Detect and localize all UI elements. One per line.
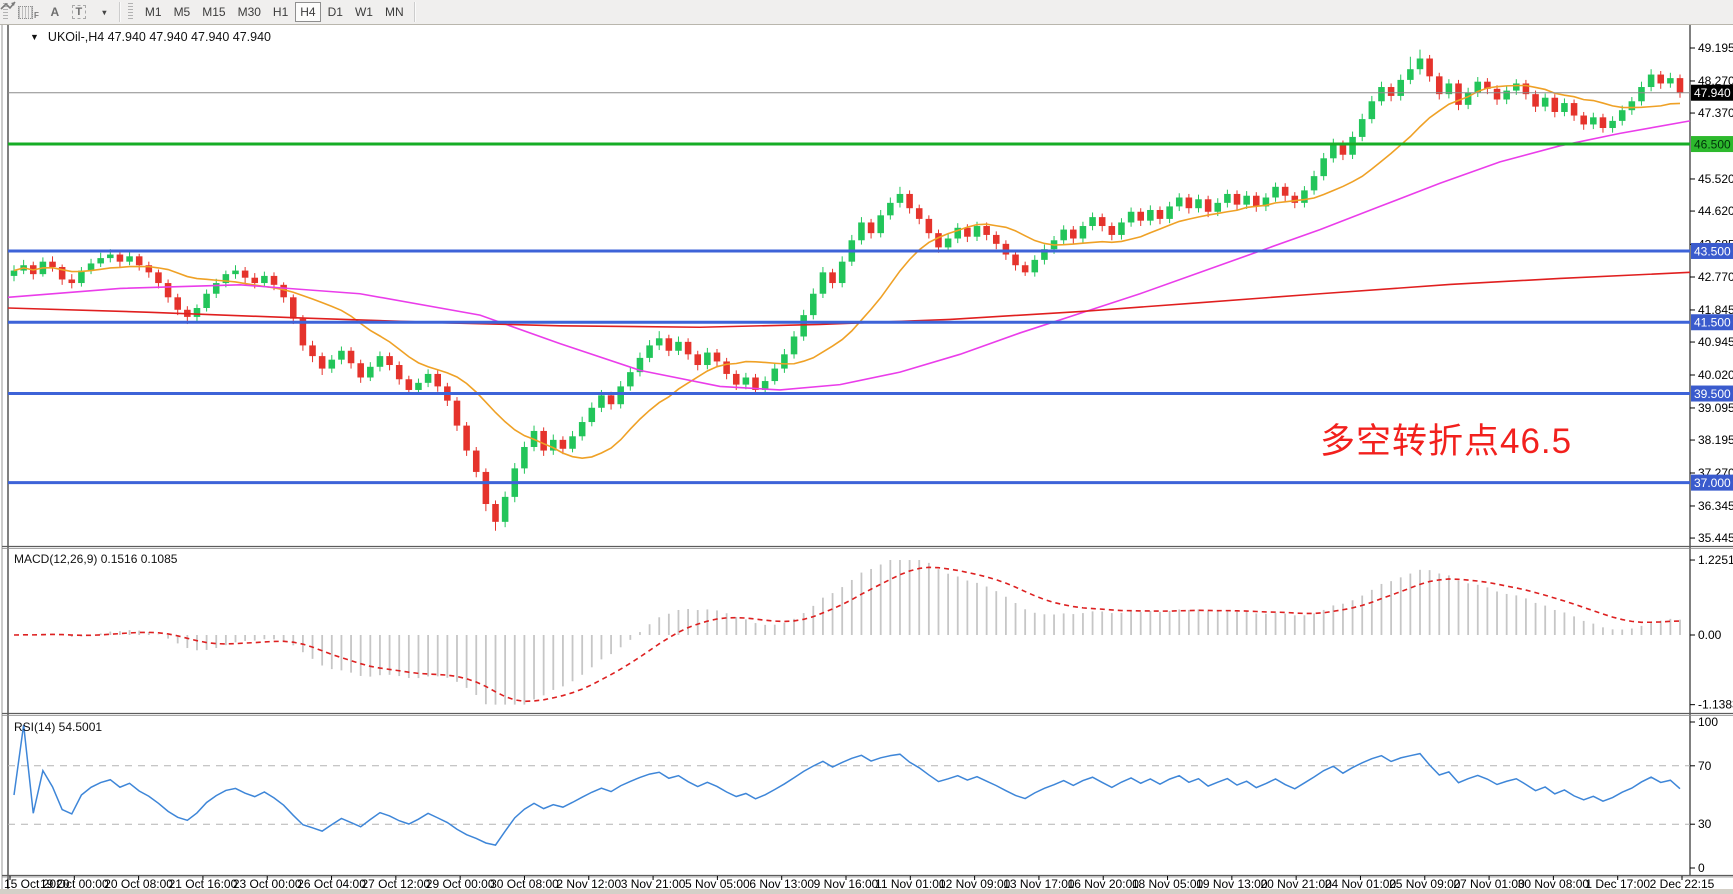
zigzag-arrows-icon xyxy=(0,0,16,12)
date-label: 26 Oct 04:00 xyxy=(297,877,366,891)
price-tick: 49.195 xyxy=(1698,41,1733,55)
svg-text:43.500: 43.500 xyxy=(1694,244,1731,258)
price-tick: 44.620 xyxy=(1698,204,1733,218)
svg-text:41.500: 41.500 xyxy=(1694,316,1731,330)
timeframe-drag-handle[interactable] xyxy=(128,3,133,21)
date-label: 19 Oct 00:00 xyxy=(40,877,109,891)
timeframe-M15[interactable]: M15 xyxy=(197,2,230,22)
rsi-label: RSI(14) 54.5001 xyxy=(14,720,102,734)
price-tick: 35.445 xyxy=(1698,531,1733,545)
date-label: 27 Nov 01:00 xyxy=(1453,877,1525,891)
date-label: 2 Nov 12:00 xyxy=(556,877,621,891)
macd-axis-tick: 1.2251 xyxy=(1698,553,1733,567)
svg-text:39.500: 39.500 xyxy=(1694,387,1731,401)
date-label: 1 Dec 17:00 xyxy=(1585,877,1650,891)
timeframe-MN[interactable]: MN xyxy=(380,2,409,22)
text-box-tool[interactable]: T xyxy=(67,2,91,22)
timeframe-H4[interactable]: H4 xyxy=(295,2,320,22)
timeframe-toolbar: M1M5M15M30H1H4D1W1MN xyxy=(139,2,410,22)
date-label: 21 Oct 16:00 xyxy=(169,877,238,891)
price-tick: 36.345 xyxy=(1698,499,1733,513)
price-tick: 42.770 xyxy=(1698,270,1733,284)
mt4-window: F A T ▾ M1M5M15M30H1H4D1W1MN 49.19548.27… xyxy=(0,0,1733,894)
rsi-axis-tick: 70 xyxy=(1698,759,1712,773)
date-label: 30 Nov 08:00 xyxy=(1518,877,1590,891)
timeframe-D1[interactable]: D1 xyxy=(323,2,348,22)
text-label-tool[interactable]: A xyxy=(43,2,67,22)
svg-text:46.500: 46.500 xyxy=(1694,138,1731,152)
date-label: 5 Nov 05:00 xyxy=(685,877,750,891)
date-label: 13 Nov 17:00 xyxy=(1003,877,1075,891)
symbol-dropdown-icon[interactable]: ▼ xyxy=(30,32,39,42)
date-label: 25 Nov 09:00 xyxy=(1389,877,1461,891)
macd-axis-tick: -1.1383 xyxy=(1698,698,1733,712)
price-tick: 39.095 xyxy=(1698,401,1733,415)
date-label: 19 Nov 13:00 xyxy=(1196,877,1268,891)
date-label: 6 Nov 13:00 xyxy=(749,877,814,891)
timeframe-W1[interactable]: W1 xyxy=(350,2,378,22)
arrows-tool[interactable]: ▾ xyxy=(91,2,115,22)
date-label: 29 Oct 00:00 xyxy=(426,877,495,891)
macd-label: MACD(12,26,9) 0.1516 0.1085 xyxy=(14,552,177,566)
rsi-axis-tick: 100 xyxy=(1698,715,1718,729)
rsi-axis-tick: 30 xyxy=(1698,817,1712,831)
toolbar-separator-2 xyxy=(414,2,416,22)
toolbar-separator xyxy=(119,2,121,22)
price-tick: 45.520 xyxy=(1698,172,1733,186)
chart-title-text: UKOil-,H4 47.940 47.940 47.940 47.940 xyxy=(48,30,271,44)
date-label: 2 Dec 22:15 xyxy=(1650,877,1715,891)
timeframe-H1[interactable]: H1 xyxy=(268,2,293,22)
price-tick: 38.195 xyxy=(1698,433,1733,447)
price-tick: 47.370 xyxy=(1698,106,1733,120)
grid-icon xyxy=(18,6,33,19)
toolbar: F A T ▾ M1M5M15M30H1H4D1W1MN xyxy=(0,0,1733,25)
date-label: 9 Nov 16:00 xyxy=(814,877,879,891)
date-label: 27 Oct 12:00 xyxy=(361,877,430,891)
ma-slow xyxy=(8,272,1690,327)
timeframe-M5[interactable]: M5 xyxy=(169,2,196,22)
annotation-text[interactable]: 多空转折点46.5 xyxy=(1320,413,1572,464)
date-label: 18 Nov 05:00 xyxy=(1132,877,1204,891)
grid-properties-tool[interactable]: F xyxy=(14,2,43,22)
date-label: 3 Nov 21:00 xyxy=(621,877,686,891)
chart-title: ▼ UKOil-,H4 47.940 47.940 47.940 47.940 xyxy=(30,30,271,44)
boxed-t-icon: T xyxy=(72,5,87,19)
letter-a-icon: A xyxy=(51,5,60,19)
macd-axis-tick: 0.00 xyxy=(1698,628,1722,642)
svg-text:47.940: 47.940 xyxy=(1694,86,1731,100)
svg-text:37.000: 37.000 xyxy=(1694,476,1731,490)
timeframe-M1[interactable]: M1 xyxy=(140,2,167,22)
date-label: 24 Nov 01:00 xyxy=(1325,877,1397,891)
arrows-dropdown-caret-icon[interactable]: ▾ xyxy=(102,8,106,17)
price-tick: 40.020 xyxy=(1698,368,1733,382)
date-label: 20 Nov 21:00 xyxy=(1260,877,1332,891)
date-label: 16 Nov 20:00 xyxy=(1068,877,1140,891)
price-tick: 40.945 xyxy=(1698,335,1733,349)
date-label: 11 Nov 01:00 xyxy=(875,877,946,891)
rsi-line xyxy=(14,725,1680,845)
date-label: 12 Nov 09:00 xyxy=(939,877,1011,891)
date-label: 30 Oct 08:00 xyxy=(490,877,559,891)
date-label: 20 Oct 08:00 xyxy=(104,877,173,891)
rsi-axis-tick: 0 xyxy=(1698,861,1705,875)
date-label: 23 Oct 00:00 xyxy=(233,877,302,891)
timeframe-M30[interactable]: M30 xyxy=(233,2,266,22)
